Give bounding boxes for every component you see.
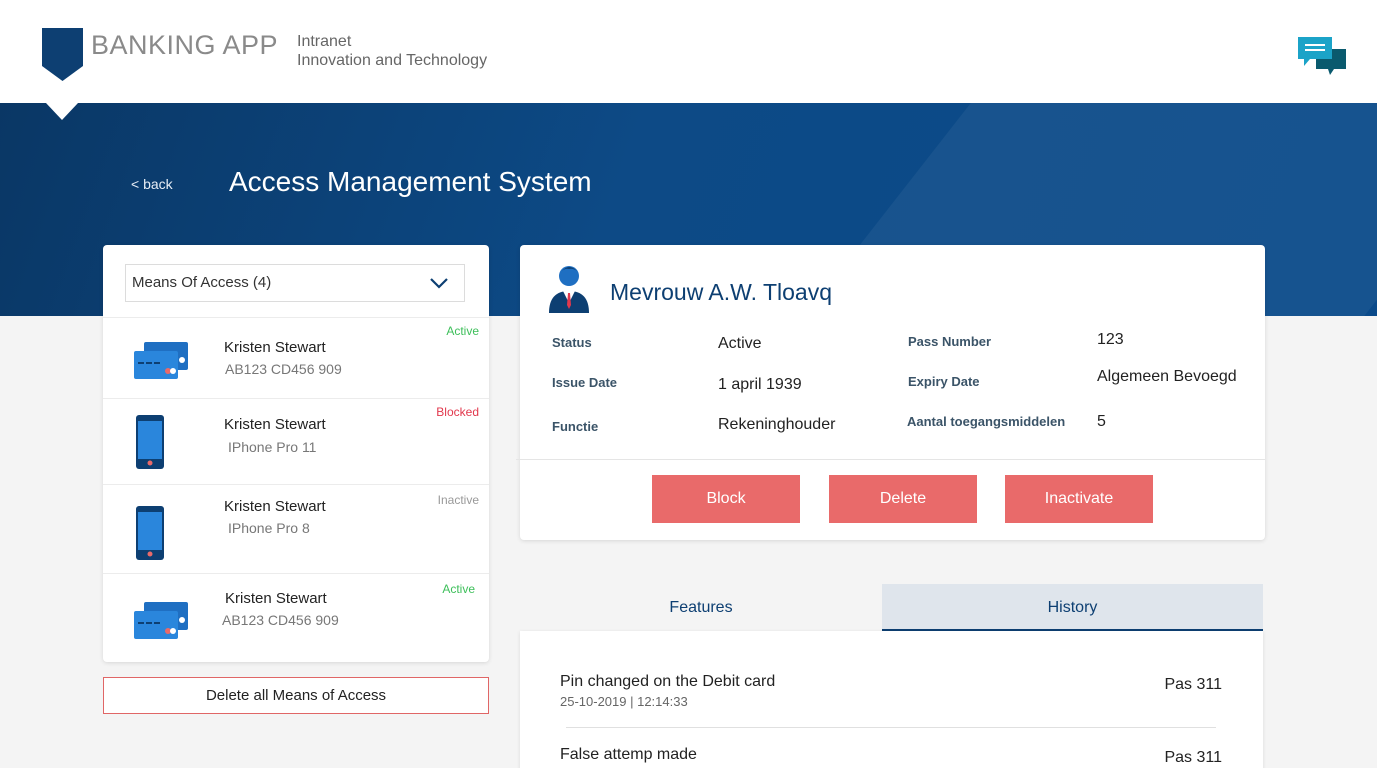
item-sub: IPhone Pro 11	[228, 439, 317, 455]
intranet-line-2: Innovation and Technology	[297, 52, 488, 69]
inactivate-button[interactable]: Inactivate	[1005, 475, 1153, 523]
history-divider	[566, 727, 1216, 728]
access-item[interactable]: Kristen Stewart AB123 CD456 909 Active	[103, 573, 489, 662]
functie-label: Functie	[552, 419, 599, 434]
back-link[interactable]: < back	[131, 176, 173, 192]
item-name: Kristen Stewart	[225, 590, 327, 607]
delete-button[interactable]: Delete	[829, 475, 977, 523]
item-name: Kristen Stewart	[224, 416, 326, 433]
credit-cards-icon	[134, 342, 188, 379]
brand-name[interactable]: BANKING APP	[91, 30, 278, 61]
issue-date-value: 1 april 1939	[718, 376, 802, 393]
functie-value: Rekeninghouder	[718, 416, 836, 433]
divider	[516, 459, 1265, 460]
person-name: Mevrouw A.W. Tloavq	[610, 279, 832, 305]
history-list: Pin changed on the Debit card 25-10-2019…	[520, 631, 1263, 768]
item-name: Kristen Stewart	[224, 339, 326, 356]
history-title: Pin changed on the Debit card	[560, 673, 776, 690]
status-value: Active	[718, 335, 762, 352]
item-sub: AB123 CD456 909	[225, 361, 342, 377]
item-sub: AB123 CD456 909	[222, 612, 339, 628]
page-title: Access Management System	[229, 166, 592, 197]
tab-features[interactable]: Features	[520, 584, 882, 631]
history-date: 25-10-2019 | 12:14:33	[560, 694, 688, 709]
avatar-icon	[549, 266, 589, 313]
history-title: False attemp made	[560, 746, 697, 763]
person-detail-card: Mevrouw A.W. Tloavq Status Active Issue …	[516, 245, 1265, 540]
chevron-down-icon	[430, 278, 448, 289]
logo-shield-icon[interactable]	[42, 28, 83, 81]
access-item[interactable]: Kristen Stewart IPhone Pro 11 Blocked	[103, 398, 489, 484]
item-name: Kristen Stewart	[224, 498, 326, 515]
means-of-access-panel: Means Of Access (4) Kristen Stewart AB12…	[103, 245, 489, 662]
smartphone-icon	[136, 506, 164, 560]
history-pass: Pas 311	[1164, 749, 1222, 766]
pass-number-label: Pass Number	[908, 334, 992, 349]
status-badge: Inactive	[437, 493, 479, 507]
delete-all-button[interactable]: Delete all Means of Access	[103, 677, 489, 714]
nav-pointer	[46, 103, 78, 120]
status-badge: Active	[442, 582, 475, 596]
access-item[interactable]: Kristen Stewart AB123 CD456 909 Active	[103, 317, 489, 398]
top-bar: BANKING APP Intranet Innovation and Tech…	[0, 0, 1377, 103]
issue-date-label: Issue Date	[552, 375, 618, 390]
chat-bubbles-icon[interactable]	[1296, 35, 1348, 77]
access-item[interactable]: Kristen Stewart IPhone Pro 8 Inactive	[103, 484, 489, 573]
intranet-subtitle: Intranet Innovation and Technology	[297, 32, 487, 70]
pass-number-value: 123	[1097, 331, 1124, 348]
tab-history[interactable]: History	[882, 584, 1263, 631]
aantal-label: Aantal toegangsmiddelen	[907, 414, 1066, 429]
expiry-date-label: Expiry Date	[908, 374, 980, 389]
dropdown-label: Means Of Access (4)	[132, 274, 272, 291]
intranet-line-1: Intranet	[297, 33, 352, 50]
status-badge: Blocked	[436, 405, 479, 419]
credit-cards-icon	[134, 602, 188, 639]
item-sub: IPhone Pro 8	[228, 520, 310, 536]
status-badge: Active	[446, 324, 479, 338]
expiry-date-value: Algemeen Bevoegd	[1097, 368, 1237, 385]
smartphone-icon	[136, 415, 164, 469]
history-pass: Pas 311	[1164, 676, 1222, 693]
block-button[interactable]: Block	[652, 475, 800, 523]
status-label: Status	[552, 335, 592, 350]
means-of-access-dropdown[interactable]: Means Of Access (4)	[125, 264, 465, 302]
aantal-value: 5	[1097, 413, 1106, 430]
